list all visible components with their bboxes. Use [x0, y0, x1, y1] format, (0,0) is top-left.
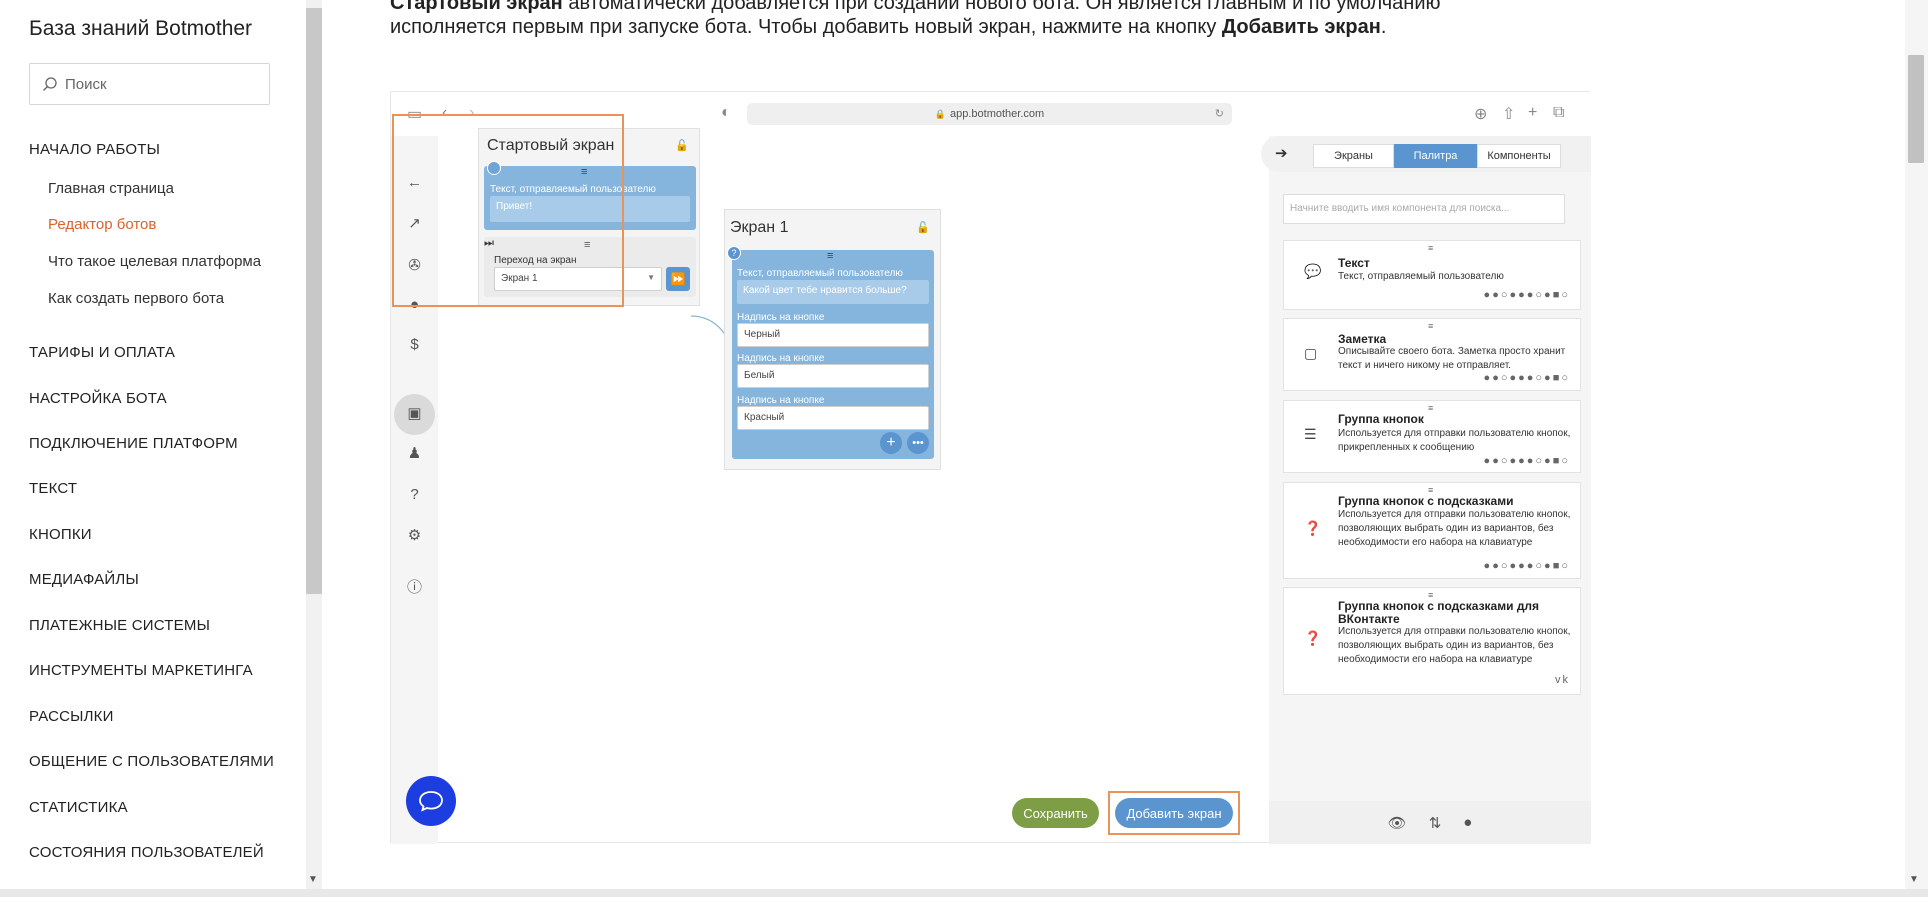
eye-icon: 👁 [1387, 814, 1407, 832]
screen1-text-value: Какой цвет тебе нравится больше? [737, 280, 929, 304]
sidebar-section-platforms[interactable]: ПОДКЛЮЧЕНИЕ ПЛАТФОРМ [29, 435, 238, 452]
sidebar-scroll-down-icon[interactable]: ▼ [308, 874, 318, 885]
sidebar-section-buttons[interactable]: КНОПКИ [29, 526, 92, 543]
page-scrollbar-thumb[interactable] [1908, 55, 1924, 163]
site-title[interactable]: База знаний Botmother [29, 17, 252, 41]
palette-panel: ➔ Экраны Палитра Компоненты Начните ввод… [1261, 136, 1591, 844]
search-icon [43, 77, 57, 91]
drag-handle-icon: ≡ [1428, 403, 1434, 413]
component-button-group: ≡ ☰ Группа кнопок Используется для отпра… [1283, 400, 1581, 473]
collapse-arrow-icon: ➔ [1275, 145, 1288, 162]
save-button: Сохранить [1012, 798, 1099, 828]
sidebar-item-first-bot[interactable]: Как создать первого бота [48, 290, 224, 307]
screen1-text-block: ≡ Текст, отправляемый пользователю Какой… [732, 250, 934, 459]
panel-tabs-bar: ➔ Экраны Палитра Компоненты [1261, 136, 1591, 172]
sidebar-section-user-states[interactable]: СОСТОЯНИЯ ПОЛЬЗОВАТЕЛЕЙ [29, 844, 264, 861]
messenger-icon: ● [1463, 814, 1473, 831]
drag-handle-icon: ≡ [1428, 243, 1434, 253]
more-icon: ••• [907, 432, 929, 454]
editor-screenshot: ▭ ‹ › ◐ 🔒 app.botmother.com ↻ ⊕ ⇧ + ⧉ ← ↗ … [390, 91, 1591, 844]
sidebar-item-bot-editor[interactable]: Редактор ботов [48, 216, 156, 233]
button-label: Надпись на кнопке [737, 353, 825, 364]
question-icon: ❓ [1304, 520, 1322, 536]
sidebar-section-text[interactable]: ТЕКСТ [29, 480, 77, 497]
support-chat-button[interactable] [406, 776, 456, 826]
add-button-icon: + [880, 432, 902, 454]
panel-footer: 👁 ⇅ ● [1269, 801, 1591, 844]
tab-screens: Экраны [1313, 144, 1394, 168]
button-label: Надпись на кнопке [737, 395, 825, 406]
sidebar-item-target-platform[interactable]: Что такое целевая платформа [48, 253, 261, 270]
platform-icons: ●●○●●●○●■○ [1483, 455, 1570, 467]
screen1-text-label: Текст, отправляемый пользователю [737, 268, 903, 279]
drag-handle-icon: ≡ [1428, 321, 1434, 331]
sort-icon: ⇅ [1428, 814, 1442, 832]
component-note: ≡ ▢ Заметка Описывайте своего бота. Заме… [1283, 318, 1581, 391]
intro-bold-add: Добавить экран [1221, 16, 1381, 38]
screen1-card: Экран 1 🔓 ≡ Текст, отправляемый пользова… [724, 209, 941, 470]
intro-line2-end: . [1380, 16, 1387, 38]
sidebar-section-media[interactable]: МЕДИАФАЙЛЫ [29, 571, 139, 588]
button-label: Надпись на кнопке [737, 312, 825, 323]
component-hint-buttons-vk: ≡ ❓ Группа кнопок с подсказками для ВКон… [1283, 587, 1581, 695]
question-icon: ❓ [1304, 630, 1322, 646]
bottom-border [0, 889, 1928, 897]
page: База знаний Botmother Поиск НАЧАЛО РАБОТ… [0, 0, 1928, 897]
lock-icon: 🔓 [916, 222, 930, 234]
note-icon: ▢ [1304, 345, 1318, 361]
tab-palette: Палитра [1394, 144, 1477, 168]
intro-bold-start: Стартовый экран [390, 0, 563, 14]
sidebar-section-broadcasts[interactable]: РАССЫЛКИ [29, 708, 114, 725]
lock-icon: 🔓 [675, 140, 689, 152]
sidebar-section-stats[interactable]: СТАТИСТИКА [29, 799, 128, 816]
sidebar-section-start[interactable]: НАЧАЛО РАБОТЫ [29, 141, 160, 158]
component-text: ≡ 💬 Текст Текст, отправляемый пользовате… [1283, 240, 1581, 310]
platform-icons: ●●○●●●○●■○ [1483, 560, 1570, 572]
tab-components: Компоненты [1477, 144, 1561, 168]
screen1-title: Экран 1 [730, 219, 789, 236]
speech-bubble-icon: 💬 [1304, 263, 1322, 279]
drag-handle-icon: ≡ [827, 250, 834, 262]
intro-line2: исполняется первым при запуске бота. Что… [390, 16, 1222, 38]
goto-button-icon: ⏩ [666, 267, 690, 291]
page-scroll-down-icon[interactable]: ▼ [1909, 874, 1919, 885]
button-value-black: Черный [737, 323, 929, 347]
question-icon: ? [727, 246, 741, 260]
search-input[interactable]: Поиск [29, 63, 270, 105]
sidebar-section-marketing[interactable]: ИНСТРУМЕНТЫ МАРКЕТИНГА [29, 662, 253, 679]
sidebar-section-pricing[interactable]: ТАРИФЫ И ОПЛАТА [29, 344, 175, 361]
chat-bubble-icon [419, 791, 443, 812]
platform-icons: ●●○●●●○●■○ [1483, 372, 1570, 384]
menu-lines-icon: ☰ [1304, 426, 1317, 442]
sidebar: База знаний Botmother Поиск НАЧАЛО РАБОТ… [0, 0, 322, 897]
button-value-white: Белый [737, 364, 929, 388]
sidebar-section-user-chat[interactable]: ОБЩЕНИЕ С ПОЛЬЗОВАТЕЛЯМИ [29, 753, 274, 770]
sidebar-scrollbar-thumb[interactable] [306, 8, 322, 594]
intro-line1: автоматически добавляется при создании н… [562, 0, 1441, 14]
add-screen-button: Добавить экран [1115, 798, 1233, 828]
button-value-red: Красный [737, 406, 929, 430]
component-search-input: Начните вводить имя компонента для поиск… [1283, 194, 1565, 224]
sidebar-section-bot-settings[interactable]: НАСТРОЙКА БОТА [29, 390, 167, 407]
vk-icon: vk [1555, 674, 1570, 686]
component-hint-buttons: ≡ ❓ Группа кнопок с подсказками Использу… [1283, 482, 1581, 579]
search-placeholder: Поиск [65, 75, 107, 93]
start-screen-highlight [392, 114, 624, 307]
sidebar-item-main[interactable]: Главная страница [48, 180, 174, 197]
sidebar-section-payments[interactable]: ПЛАТЕЖНЫЕ СИСТЕМЫ [29, 617, 210, 634]
platform-icons: ●●○●●●○●■○ [1483, 289, 1570, 301]
